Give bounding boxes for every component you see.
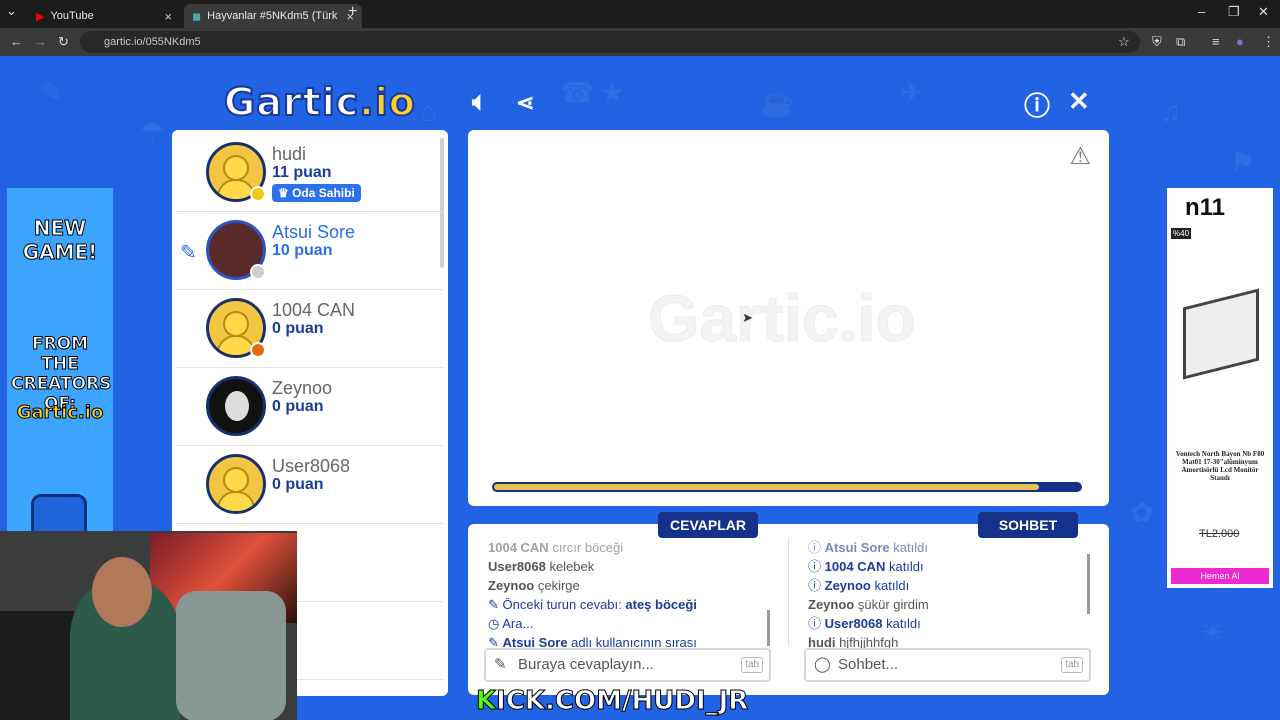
- app-icon: [31, 494, 87, 534]
- extensions-icon[interactable]: ⧉: [1176, 28, 1185, 56]
- player-row[interactable]: 1004 CAN 0 puan: [176, 290, 444, 368]
- info-icon: ⓘ: [808, 616, 822, 631]
- answer-input[interactable]: ✎ Buraya cevaplayın... tab: [484, 648, 771, 682]
- tab-chat[interactable]: SOHBET: [978, 512, 1078, 538]
- browser-toolbar: ← → ↻ gartic.io/055NKdm5 ☆ ⛨ ⧉ ≡ ● ⋮: [0, 28, 1280, 56]
- mouse-cursor-icon: ➤: [742, 310, 753, 325]
- player-score: 0 puan: [272, 476, 324, 493]
- chat-scrollbar[interactable]: [1087, 554, 1090, 614]
- report-warning-icon[interactable]: ⚠: [1069, 142, 1091, 171]
- chat-bubble-icon: ◯: [814, 656, 831, 673]
- ad-discount: %40: [1171, 228, 1192, 239]
- tab-key-hint: tab: [1061, 657, 1083, 673]
- answers-chat-panel: CEVAPLAR SOHBET 1004 CAN cırcır böceği U…: [468, 512, 1109, 695]
- sound-icon[interactable]: 🔈︎: [472, 86, 488, 118]
- menu-icon[interactable]: ⋮: [1262, 28, 1275, 56]
- gartic-favicon-icon: ◼: [192, 10, 202, 23]
- profile-avatar[interactable]: ●: [1236, 28, 1244, 56]
- minimize-icon[interactable]: –: [1198, 0, 1205, 26]
- timer-fill: [492, 482, 1041, 492]
- forward-icon[interactable]: →: [34, 28, 47, 56]
- tab-label: YouTube: [50, 10, 94, 22]
- player-name: Atsui Sore: [272, 222, 356, 242]
- kick-channel-overlay: KICK.COM/HUDI_JR: [475, 686, 749, 717]
- gartic-logo: Gartic.io: [223, 79, 416, 125]
- close-tab-icon[interactable]: ×: [164, 9, 172, 24]
- player-name: hudi: [272, 144, 307, 164]
- player-score: 11 puan: [272, 164, 332, 181]
- pencil-icon: ✎: [494, 656, 507, 673]
- drawing-canvas[interactable]: Gartic.io ⚠ ➤: [468, 130, 1109, 506]
- ad-logo: Gartic.io: [16, 402, 104, 424]
- tab-label: Hayvanlar #5NKdm5 (Türkçe) ·: [207, 10, 338, 22]
- ad-headline: NEW GAME!: [22, 216, 98, 265]
- ad-brand: n11: [1185, 194, 1226, 221]
- close-icon[interactable]: ✕: [1068, 86, 1090, 117]
- player-row[interactable]: hudi 11 puan ♛ Oda Sahibi: [176, 134, 444, 212]
- player-name: User8068: [272, 456, 351, 476]
- pencil-icon: ✎: [180, 242, 197, 264]
- ad-price: TL2.000: [1199, 528, 1240, 540]
- chat-input[interactable]: ◯ Sohbet... tab: [804, 648, 1091, 682]
- tab-youtube[interactable]: ▶ YouTube ×: [28, 4, 180, 28]
- new-tab-icon[interactable]: +: [348, 0, 357, 26]
- timer-bar: [492, 482, 1082, 492]
- pencil-icon: ✎: [488, 597, 499, 612]
- game-page: ✎☂⌂ ★☕✈ ♫☀✿ ♣⚑☎ Gartic.io 🔈︎ ⋖ ⓘ ✕ hudi …: [0, 56, 1280, 720]
- status-dot: [250, 186, 266, 202]
- webcam-overlay: [0, 531, 297, 720]
- player-score: 10 puan: [272, 242, 333, 259]
- canvas-watermark: Gartic.io: [648, 281, 917, 356]
- info-icon: ⓘ: [808, 578, 822, 593]
- answers-list: 1004 CAN cırcır böceği User8068 kelebek …: [488, 540, 697, 650]
- url-text: gartic.io/055NKdm5: [104, 36, 201, 48]
- close-window-icon[interactable]: ✕: [1258, 0, 1269, 26]
- share-icon[interactable]: ⋖: [516, 90, 534, 116]
- player-name: Zeynoo: [272, 378, 333, 398]
- info-icon: ⓘ: [808, 559, 822, 574]
- monitor-image: [1183, 288, 1259, 380]
- tab-menu-icon[interactable]: ⌄: [6, 0, 17, 25]
- avatar: [206, 376, 266, 436]
- chat-list: ⓘ Atsui Sore katıldı ⓘ 1004 CAN katıldı …: [808, 540, 929, 650]
- owner-badge: ♛ Oda Sahibi: [272, 184, 361, 202]
- reload-icon[interactable]: ↻: [58, 28, 69, 56]
- info-icon: ⓘ: [808, 540, 822, 555]
- tab-key-hint: tab: [741, 657, 763, 673]
- avatar: [206, 454, 266, 514]
- answers-scrollbar[interactable]: [767, 610, 770, 646]
- status-dot: [250, 264, 266, 280]
- back-icon[interactable]: ←: [10, 28, 23, 56]
- tab-gartic[interactable]: ◼ Hayvanlar #5NKdm5 (Türkçe) · ×: [184, 4, 362, 28]
- player-name: 1004 CAN: [272, 300, 356, 320]
- tab-answers[interactable]: CEVAPLAR: [658, 512, 758, 538]
- chat-placeholder: Sohbet...: [838, 656, 899, 673]
- youtube-icon: ▶: [36, 10, 45, 23]
- clock-icon: ◷: [488, 616, 500, 631]
- browser-titlebar: ⌄ ▶ YouTube × ◼ Hayvanlar #5NKdm5 (Türkç…: [0, 0, 1280, 28]
- bookmark-icon[interactable]: ☆: [1118, 28, 1130, 56]
- shield-icon[interactable]: ⛨: [1152, 28, 1162, 56]
- status-dot: [250, 342, 266, 358]
- player-score: 0 puan: [272, 398, 324, 415]
- media-icon[interactable]: ≡: [1212, 28, 1220, 56]
- address-bar[interactable]: gartic.io/055NKdm5: [80, 31, 1140, 53]
- maximize-icon[interactable]: ❐: [1228, 0, 1240, 26]
- right-ad[interactable]: n11 %40 Vontech North Bayon Nb F80 Mat01…: [1167, 188, 1273, 588]
- player-score: 0 puan: [272, 320, 324, 337]
- ad-buy-button[interactable]: Hemen Al: [1171, 568, 1269, 584]
- left-ad[interactable]: NEW GAME! FROM THE CREATORS OF: Gartic.i…: [7, 188, 113, 534]
- ad-product: Vontech North Bayon Nb F80 Mat01 17-30"a…: [1175, 450, 1265, 482]
- player-row[interactable]: ✎ Atsui Sore 10 puan: [176, 212, 444, 290]
- info-icon[interactable]: ⓘ: [1024, 86, 1050, 123]
- answer-placeholder: Buraya cevaplayın...: [518, 656, 654, 673]
- player-row[interactable]: Zeynoo 0 puan: [176, 368, 444, 446]
- player-row[interactable]: User8068 0 puan: [176, 446, 444, 524]
